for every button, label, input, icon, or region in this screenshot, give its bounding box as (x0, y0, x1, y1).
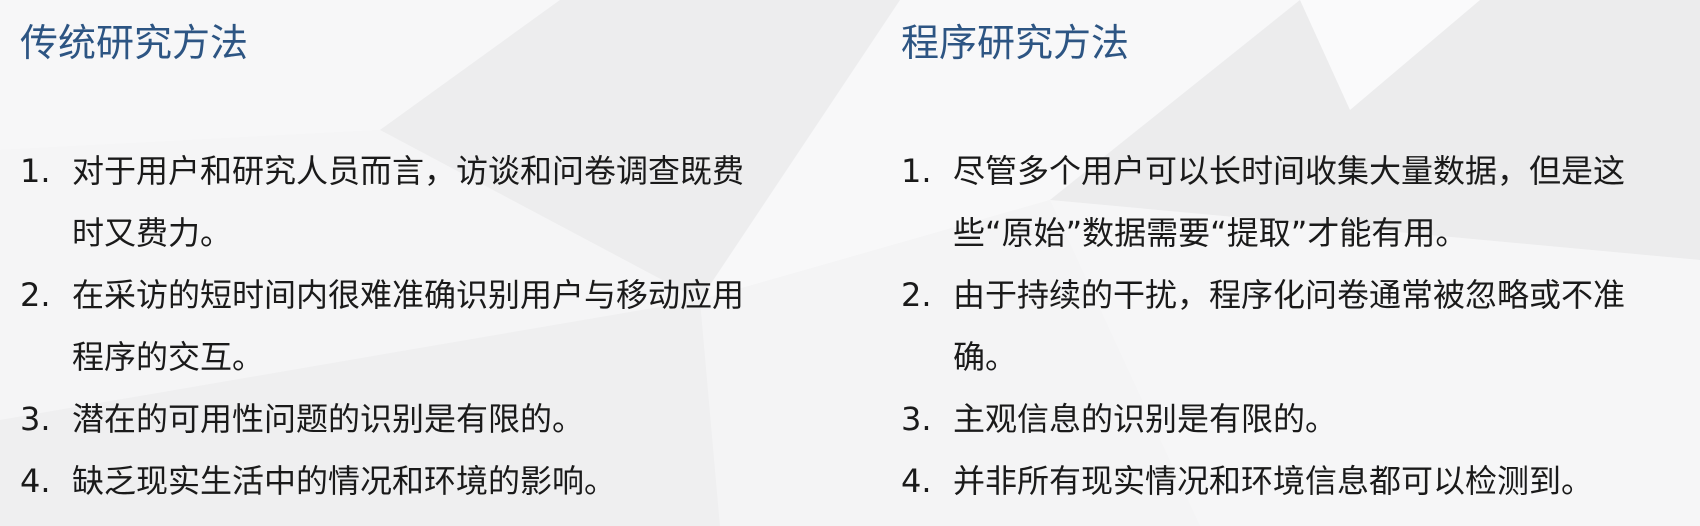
item-text: 主观信息的识别是有限的。 (953, 400, 1338, 438)
item-number: 2. (901, 276, 932, 314)
traditional-research-heading: 传统研究方法 (20, 21, 249, 65)
item-text: 由于持续的干扰，程序化问卷通常被忽略或不准确。 (953, 276, 1626, 376)
traditional-research-list: 1. 对于用户和研究人员而言，访谈和问卷调查既费时又费力。 2. 在采访的短时间… (20, 140, 772, 512)
item-number: 4. (20, 462, 51, 500)
item-text: 在采访的短时间内很难准确识别用户与移动应用程序的交互。 (72, 276, 745, 376)
programmatic-research-list: 1. 尽管多个用户可以长时间收集大量数据，但是这些“原始”数据需要“提取”才能有… (901, 140, 1688, 512)
item-number: 1. (20, 152, 51, 190)
list-item: 3. 潜在的可用性问题的识别是有限的。 (20, 388, 772, 450)
list-item: 1. 对于用户和研究人员而言，访谈和问卷调查既费时又费力。 (20, 140, 772, 264)
item-text: 尽管多个用户可以长时间收集大量数据，但是这些“原始”数据需要“提取”才能有用。 (953, 152, 1626, 252)
item-text: 对于用户和研究人员而言，访谈和问卷调查既费时又费力。 (72, 152, 745, 252)
list-item: 2. 由于持续的干扰，程序化问卷通常被忽略或不准确。 (901, 264, 1688, 388)
item-number: 1. (901, 152, 932, 190)
item-text: 并非所有现实情况和环境信息都可以检测到。 (953, 462, 1594, 500)
list-item: 4. 缺乏现实生活中的情况和环境的影响。 (20, 450, 772, 512)
list-item: 3. 主观信息的识别是有限的。 (901, 388, 1688, 450)
item-number: 3. (20, 400, 51, 438)
item-number: 4. (901, 462, 932, 500)
item-number: 2. (20, 276, 51, 314)
item-text: 缺乏现实生活中的情况和环境的影响。 (72, 462, 617, 500)
item-number: 3. (901, 400, 932, 438)
list-item: 4. 并非所有现实情况和环境信息都可以检测到。 (901, 450, 1688, 512)
programmatic-research-heading: 程序研究方法 (901, 21, 1130, 65)
item-text: 潜在的可用性问题的识别是有限的。 (72, 400, 585, 438)
list-item: 1. 尽管多个用户可以长时间收集大量数据，但是这些“原始”数据需要“提取”才能有… (901, 140, 1688, 264)
list-item: 2. 在采访的短时间内很难准确识别用户与移动应用程序的交互。 (20, 264, 772, 388)
